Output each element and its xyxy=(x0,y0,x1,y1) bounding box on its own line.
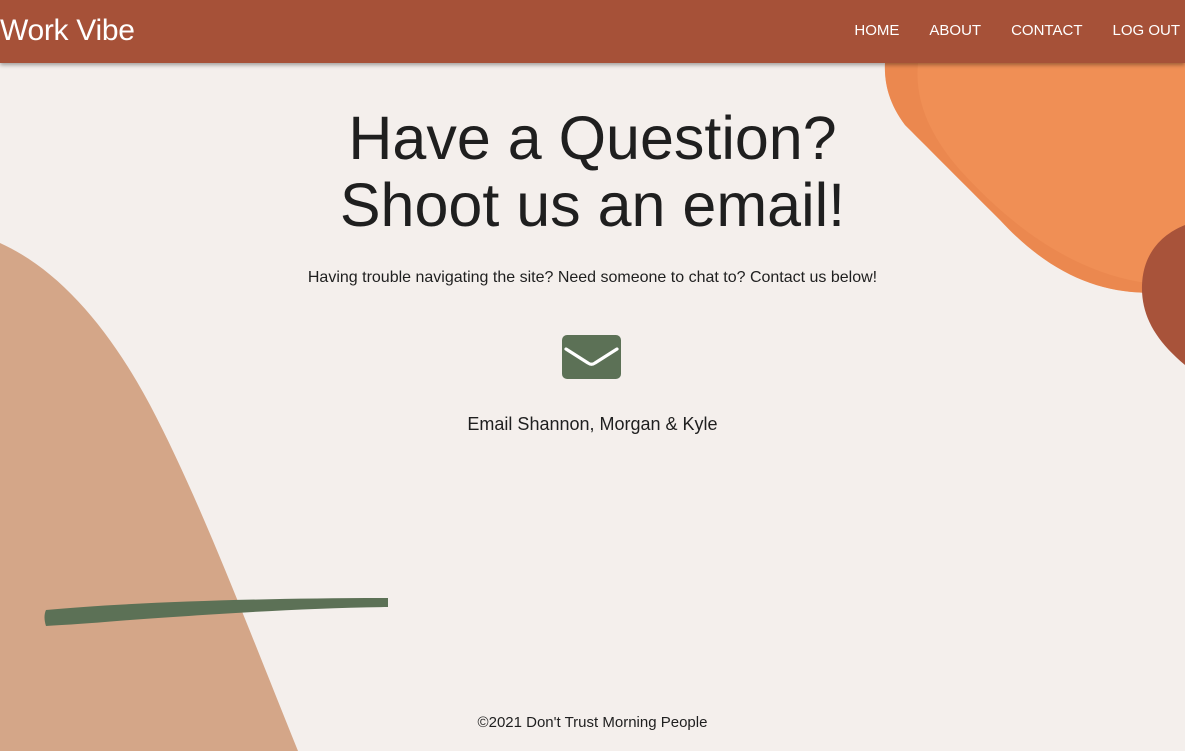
footer-copyright: ©2021 Don't Trust Morning People xyxy=(477,714,708,731)
page-subtitle: Having trouble navigating the site? Need… xyxy=(307,269,878,286)
nav-links: HOME ABOUT CONTACT LOG OUT xyxy=(839,0,1185,63)
nav-logout-link[interactable]: LOG OUT xyxy=(1112,21,1180,43)
nav-home-link[interactable]: HOME xyxy=(854,21,899,43)
page-title-line-2: Shoot us an email! xyxy=(339,171,846,239)
brand-logo-link[interactable]: Work Vibe xyxy=(0,12,135,50)
page: Work Vibe HOME ABOUT CONTACT LOG OUT Hav… xyxy=(0,0,1185,751)
tan-blob-shape xyxy=(0,243,298,751)
envelope-icon xyxy=(562,335,621,379)
page-title-line-1: Have a Question? xyxy=(348,104,837,172)
nav-contact-link[interactable]: CONTACT xyxy=(1011,21,1082,43)
email-contact-label[interactable]: Email Shannon, Morgan & Kyle xyxy=(0,413,1185,435)
email-envelope-icon[interactable] xyxy=(562,335,621,379)
navbar: Work Vibe HOME ABOUT CONTACT LOG OUT xyxy=(0,0,1185,63)
nav-about-link[interactable]: ABOUT xyxy=(929,21,981,43)
